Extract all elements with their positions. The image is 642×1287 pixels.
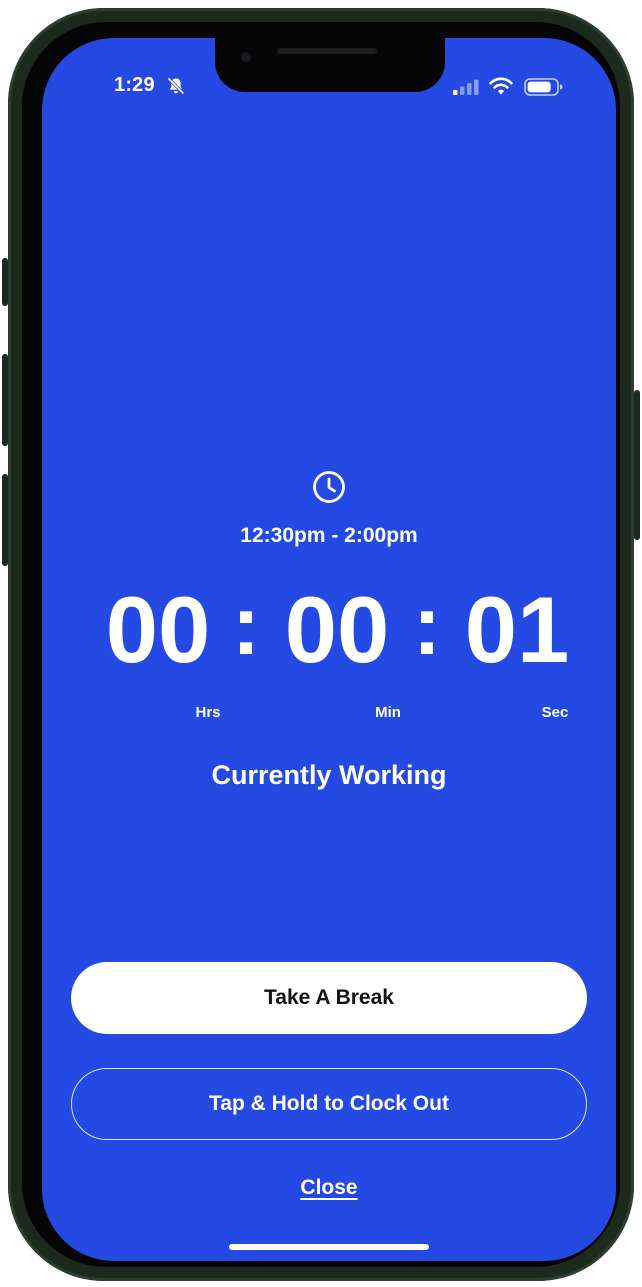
camera bbox=[241, 52, 251, 62]
clock-icon bbox=[313, 471, 345, 503]
side-button-silent bbox=[2, 258, 8, 306]
side-button-power bbox=[634, 390, 640, 540]
cellular-signal-icon bbox=[453, 79, 479, 95]
status-time: 1:29 bbox=[114, 74, 155, 96]
side-button-volume-down bbox=[2, 474, 8, 566]
speaker bbox=[277, 48, 377, 54]
clock-out-button[interactable]: Tap & Hold to Clock Out bbox=[71, 1068, 587, 1140]
timer-hours: 00 bbox=[105, 577, 211, 682]
timer-seconds: 01 bbox=[464, 577, 570, 682]
timer-hours-label: Hrs bbox=[195, 704, 221, 721]
notch bbox=[215, 38, 445, 92]
timer-seconds-label: Sec bbox=[541, 704, 569, 721]
side-button-volume-up bbox=[2, 354, 8, 446]
shift-schedule: 12:30pm - 2:00pm bbox=[240, 524, 418, 547]
battery-icon bbox=[524, 78, 563, 96]
timer-separator: : bbox=[413, 578, 441, 672]
wifi-icon bbox=[489, 77, 513, 95]
phone-frame: 1:29 12:30pm - 2:00pm 00: 00: 01 Hrs M… bbox=[2, 8, 640, 1281]
work-status: Currently Working bbox=[211, 760, 447, 790]
take-a-break-button[interactable]: Take A Break bbox=[71, 962, 587, 1034]
bell-slash-icon bbox=[167, 77, 185, 95]
timer-minutes: 00 bbox=[284, 577, 390, 682]
timer-separator: : bbox=[232, 578, 260, 672]
close-link[interactable]: Close bbox=[42, 1176, 616, 1200]
app-screen: 1:29 12:30pm - 2:00pm 00: 00: 01 Hrs M… bbox=[42, 38, 616, 1261]
home-indicator[interactable] bbox=[229, 1244, 429, 1250]
timer-minutes-label: Min bbox=[375, 704, 401, 721]
elapsed-timer: 00 : 00 : 01 bbox=[42, 580, 616, 680]
